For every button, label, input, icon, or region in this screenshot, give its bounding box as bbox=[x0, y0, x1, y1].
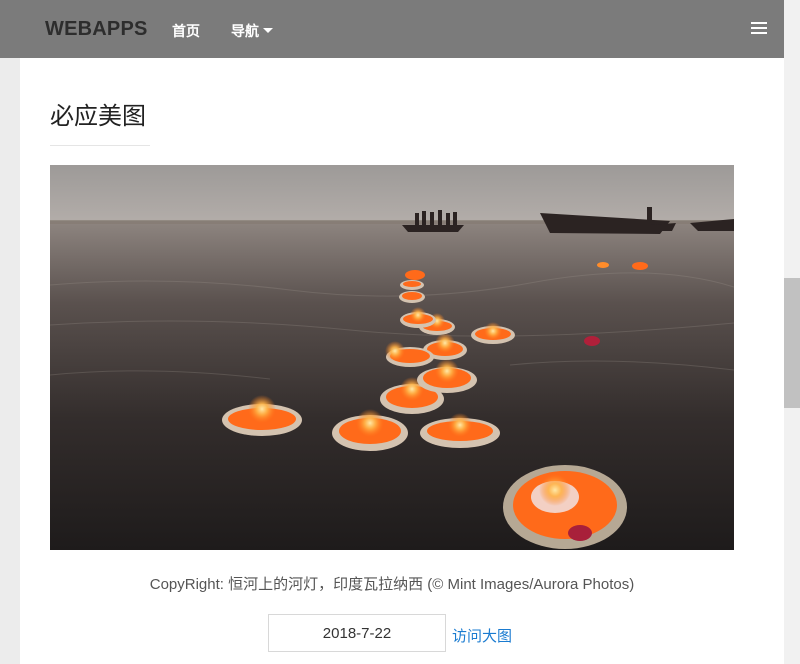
top-navbar: WEBAPPS 首页 导航 bbox=[0, 0, 784, 58]
nav-dropdown-toggle[interactable]: 导航 bbox=[231, 21, 273, 41]
title-divider bbox=[50, 145, 150, 146]
photo-date: 2018-7-22 bbox=[268, 614, 446, 652]
nav-home-link[interactable]: 首页 bbox=[172, 21, 200, 41]
nav-dropdown-label: 导航 bbox=[231, 24, 259, 40]
hamburger-icon[interactable] bbox=[751, 22, 767, 36]
scrollbar-thumb[interactable] bbox=[784, 278, 800, 408]
page-title: 必应美图 bbox=[50, 102, 146, 130]
photo-copyright: CopyRight: 恒河上的河灯，印度瓦拉纳西 (© Mint Images/… bbox=[149, 576, 635, 593]
brand-logo[interactable]: WEBAPPS bbox=[45, 18, 148, 41]
visit-full-image-link[interactable]: 访问大图 bbox=[452, 625, 512, 646]
bing-daily-photo[interactable] bbox=[50, 165, 734, 550]
caret-down-icon bbox=[263, 28, 273, 33]
